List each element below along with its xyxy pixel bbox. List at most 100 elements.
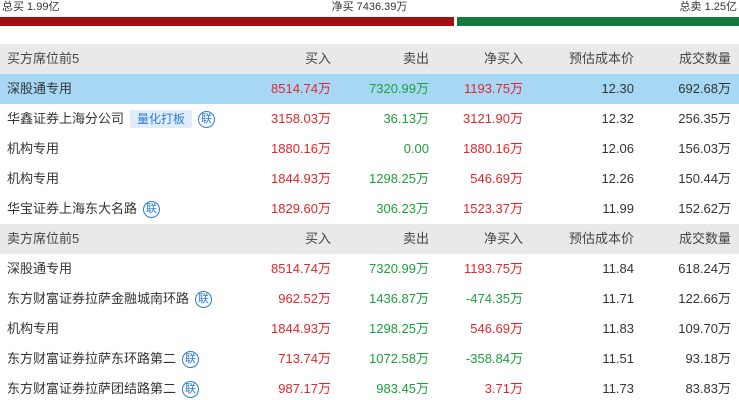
linked-seat-icon[interactable]: 联	[182, 350, 200, 368]
estimated-cost: 11.71	[602, 291, 634, 306]
sell-section-header: 卖方席位前5 买入 卖出 净买入 预估成本价 成交数量	[0, 224, 739, 254]
sell-amount: 1072.58万	[369, 351, 429, 366]
estimated-cost: 11.51	[602, 351, 634, 366]
buy-amount: 3158.03万	[271, 111, 331, 126]
seat-name-cell[interactable]: 深股通专用	[7, 74, 72, 104]
table-row[interactable]: 机构专用 1880.16万 0.00 1880.16万 12.06 156.03万	[0, 134, 739, 164]
seat-name[interactable]: 东方财富证券拉萨金融城南环路	[7, 284, 189, 314]
estimated-cost: 11.99	[602, 201, 634, 216]
summary-bar: 总买 1.99亿 净买 7436.39万 总卖 1.25亿	[0, 0, 739, 14]
sell-header-net: 净买入	[483, 231, 523, 246]
table-row[interactable]: 华鑫证券上海分公司 量化打板联 3158.03万 36.13万 3121.90万 12.3…	[0, 104, 739, 134]
net-amount: 1880.16万	[463, 141, 523, 156]
buy-amount: 8514.74万	[271, 81, 331, 96]
volume: 692.68万	[678, 81, 731, 96]
seat-name-cell[interactable]: 机构专用	[7, 134, 59, 164]
sell-header-seat: 卖方席位前5	[7, 231, 80, 246]
net-amount: 546.69万	[470, 321, 523, 336]
estimated-cost: 11.83	[602, 321, 634, 336]
net-buy-label: 净买 7436.39万	[331, 1, 408, 13]
total-sell-label: 总卖 1.25亿	[679, 1, 737, 13]
seat-name-cell[interactable]: 东方财富证券拉萨东环路第二联	[7, 344, 200, 374]
linked-seat-icon[interactable]: 联	[195, 290, 213, 308]
estimated-cost: 11.73	[602, 381, 634, 396]
net-amount: 3.71万	[484, 381, 523, 396]
sell-header-cost: 预估成本价	[568, 231, 634, 246]
seat-name[interactable]: 华鑫证券上海分公司	[7, 104, 124, 134]
seat-name[interactable]: 机构专用	[7, 134, 59, 164]
sell-ratio-fill	[457, 17, 739, 26]
seat-name-cell[interactable]: 机构专用	[7, 314, 59, 344]
sell-amount: 983.45万	[376, 381, 429, 396]
linked-seat-icon[interactable]: 联	[143, 200, 161, 218]
sell-amount: 0.00	[403, 141, 429, 156]
table-row[interactable]: 深股通专用 8514.74万 7320.99万 1193.75万 11.84 618.24…	[0, 254, 739, 284]
buy-amount: 1844.93万	[271, 321, 331, 336]
buy-amount: 987.17万	[278, 381, 331, 396]
volume: 109.70万	[678, 321, 731, 336]
table-row[interactable]: 东方财富证券拉萨团结路第二联 987.17万 983.45万 3.71万 11.73 83…	[0, 374, 739, 400]
buy-header-buy: 买入	[304, 51, 331, 66]
estimated-cost: 12.06	[601, 141, 634, 156]
buy-amount: 1880.16万	[271, 141, 331, 156]
table-row[interactable]: 深股通专用 8514.74万 7320.99万 1193.75万 12.30 692.68…	[0, 74, 739, 104]
seat-name[interactable]: 机构专用	[7, 314, 59, 344]
seat-table: 买方席位前5 买入 卖出 净买入 预估成本价 成交数量 深股通专用 8514.74万 7320.…	[0, 44, 739, 400]
volume: 150.44万	[678, 171, 731, 186]
volume: 152.62万	[678, 201, 731, 216]
buy-amount: 713.74万	[278, 351, 331, 366]
sell-amount: 36.13万	[383, 111, 429, 126]
estimated-cost: 12.26	[601, 171, 634, 186]
buy-header-net: 净买入	[483, 51, 523, 66]
net-amount: 3121.90万	[463, 111, 523, 126]
seat-name-cell[interactable]: 华宝证券上海东大名路联	[7, 194, 161, 224]
seat-name[interactable]: 深股通专用	[7, 74, 72, 104]
table-row[interactable]: 机构专用 1844.93万 1298.25万 546.69万 12.26 150.44万	[0, 164, 739, 194]
net-amount: 1523.37万	[463, 201, 523, 216]
sell-amount: 7320.99万	[369, 261, 429, 276]
seat-name[interactable]: 东方财富证券拉萨团结路第二	[7, 374, 176, 400]
net-amount: 1193.75万	[463, 261, 523, 276]
sell-amount: 1298.25万	[369, 171, 429, 186]
seat-name-cell[interactable]: 华鑫证券上海分公司 量化打板联	[7, 104, 216, 134]
estimated-cost: 12.32	[601, 111, 634, 126]
net-amount: -358.84万	[465, 351, 523, 366]
quant-tag[interactable]: 量化打板	[130, 110, 193, 128]
volume: 93.18万	[685, 351, 731, 366]
buy-ratio-fill	[0, 17, 454, 26]
seat-name[interactable]: 华宝证券上海东大名路	[7, 194, 137, 224]
buy-header-volume: 成交数量	[678, 51, 731, 66]
table-row[interactable]: 东方财富证券拉萨金融城南环路联 962.52万 1436.87万 -474.35万 11…	[0, 284, 739, 314]
buy-section-header: 买方席位前5 买入 卖出 净买入 预估成本价 成交数量	[0, 44, 739, 74]
table-row[interactable]: 机构专用 1844.93万 1298.25万 546.69万 11.83 109.70万	[0, 314, 739, 344]
seat-name-cell[interactable]: 机构专用	[7, 164, 59, 194]
linked-seat-icon[interactable]: 联	[182, 380, 200, 398]
buy-sell-ratio-bar	[0, 17, 739, 26]
buy-amount: 1829.60万	[271, 201, 331, 216]
seat-name[interactable]: 东方财富证券拉萨东环路第二	[7, 344, 176, 374]
net-amount: 1193.75万	[463, 81, 523, 96]
sell-amount: 7320.99万	[369, 81, 429, 96]
sell-header-volume: 成交数量	[678, 231, 731, 246]
net-amount: 546.69万	[470, 171, 523, 186]
table-row[interactable]: 华宝证券上海东大名路联 1829.60万 306.23万 1523.37万 11.99 1…	[0, 194, 739, 224]
estimated-cost: 11.84	[602, 261, 634, 276]
seat-name[interactable]: 机构专用	[7, 164, 59, 194]
net-amount: -474.35万	[465, 291, 523, 306]
seat-name-cell[interactable]: 东方财富证券拉萨团结路第二联	[7, 374, 200, 400]
buy-amount: 8514.74万	[271, 261, 331, 276]
table-row[interactable]: 东方财富证券拉萨东环路第二联 713.74万 1072.58万 -358.84万 11.…	[0, 344, 739, 374]
buy-header-cost: 预估成本价	[568, 51, 634, 66]
seat-name-cell[interactable]: 东方财富证券拉萨金融城南环路联	[7, 284, 213, 314]
volume: 83.83万	[685, 381, 731, 396]
sell-header-sell: 卖出	[402, 231, 429, 246]
sell-amount: 1298.25万	[369, 321, 429, 336]
buy-header-sell: 卖出	[402, 51, 429, 66]
volume: 618.24万	[678, 261, 731, 276]
buy-amount: 962.52万	[278, 291, 331, 306]
linked-seat-icon[interactable]: 联	[198, 110, 216, 128]
volume: 256.35万	[678, 111, 731, 126]
seat-name[interactable]: 深股通专用	[7, 254, 72, 284]
seat-name-cell[interactable]: 深股通专用	[7, 254, 72, 284]
volume: 156.03万	[678, 141, 731, 156]
